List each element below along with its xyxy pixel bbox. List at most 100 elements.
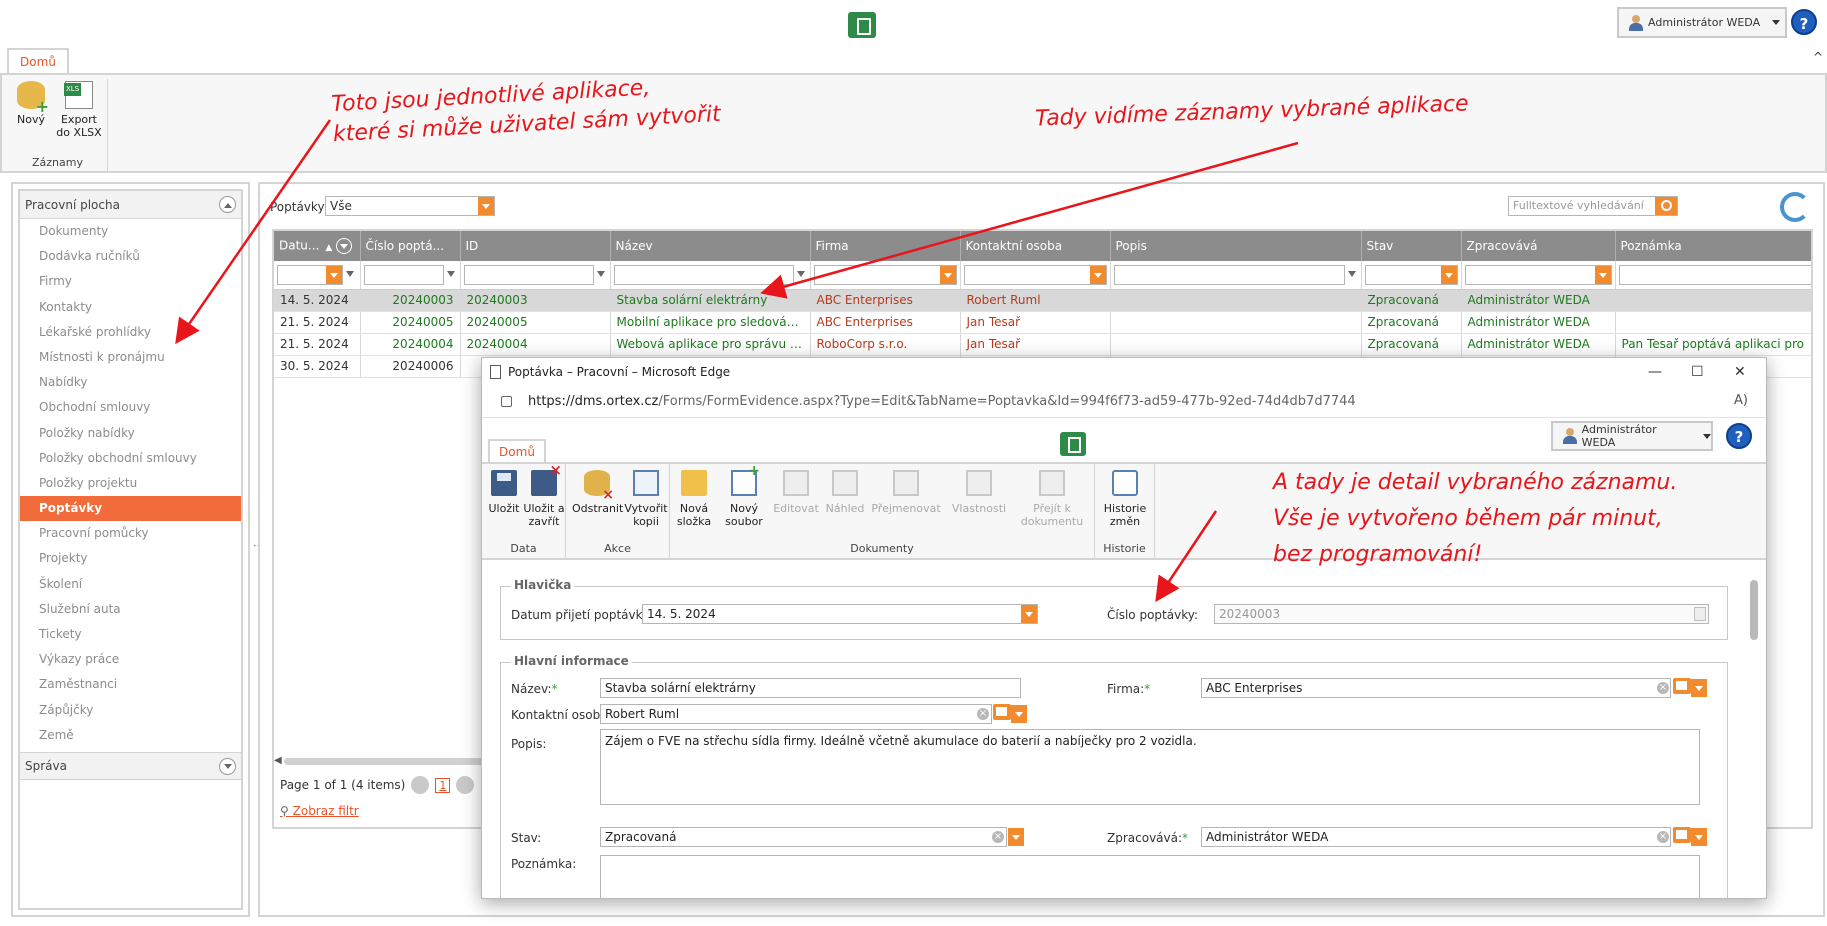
clear-icon[interactable]: × [977, 708, 989, 720]
page-number-button[interactable]: 1 [435, 777, 451, 793]
form-scrollbar[interactable] [1750, 564, 1758, 824]
dropdown-arrow-icon[interactable] [478, 197, 494, 215]
date-field[interactable]: 14. 5. 2024 [642, 604, 1038, 624]
column-filter-input[interactable] [1464, 264, 1612, 285]
column-header[interactable]: Zpracovává [1461, 231, 1616, 261]
handler-field[interactable]: Administrátor WEDA × [1201, 827, 1671, 847]
chevron-down-icon[interactable] [219, 758, 236, 775]
dropdown-arrow-icon[interactable] [1691, 828, 1707, 846]
tab-domu[interactable]: Domů [7, 48, 69, 74]
sidebar-item[interactable]: Nabídky [20, 370, 241, 395]
table-row[interactable]: 21. 5. 2024 20240004 20240004 Webová apl… [274, 333, 1811, 356]
column-filter-input[interactable] [1618, 264, 1811, 285]
tab-domu[interactable]: Domů [488, 439, 546, 463]
sidebar-item[interactable]: Firmy [20, 269, 241, 294]
show-filter-link[interactable]: ⚲ Zobraz filtr [280, 804, 359, 818]
state-field[interactable]: Zpracovaná × [600, 827, 1007, 847]
column-filter-input[interactable] [1113, 264, 1356, 285]
column-filter-input[interactable] [963, 264, 1107, 285]
close-icon[interactable]: ✕ [1734, 364, 1746, 380]
contact-field[interactable]: Robert Ruml × [600, 704, 992, 724]
help-button[interactable]: ? [1726, 423, 1752, 449]
column-filter-input[interactable] [363, 264, 455, 285]
sidebar-item[interactable]: Země [20, 723, 241, 748]
sidebar-item[interactable]: Místnosti k pronájmu [20, 345, 241, 370]
new-folder-button[interactable]: Nová složka [674, 470, 714, 528]
filter-icon[interactable] [596, 270, 605, 281]
sidebar-section-header[interactable]: Pracovní plocha [20, 191, 241, 219]
contact-card-icon[interactable] [993, 704, 1011, 720]
help-button[interactable]: ? [1791, 9, 1817, 35]
ribbon-collapse-icon[interactable]: ^ [1813, 50, 1823, 64]
dropdown-arrow-icon[interactable] [1440, 265, 1457, 284]
scroll-left-icon[interactable]: ◀ [274, 755, 282, 766]
sidebar-item[interactable]: Pracovní pomůcky [20, 521, 241, 546]
fulltext-search-input[interactable]: Fulltextové vyhledávání [1508, 196, 1678, 216]
chevron-up-icon[interactable] [219, 196, 236, 213]
column-filter-input[interactable] [463, 264, 605, 285]
column-header[interactable]: Poznámka [1615, 231, 1811, 261]
cell-contact[interactable]: Jan Tesař [960, 311, 1111, 334]
sidebar-item[interactable]: Položky nabídky [20, 421, 241, 446]
name-field[interactable]: Stavba solární elektrárny [600, 678, 1021, 698]
sidebar-item-poptavky[interactable]: Poptávky [20, 496, 241, 522]
cell-company[interactable]: ABC Enterprises [810, 289, 961, 312]
sidebar-item[interactable]: Lékařské prohlídky [20, 320, 241, 345]
cell-company[interactable]: ABC Enterprises [810, 311, 961, 334]
column-filter-input[interactable] [1364, 264, 1458, 285]
scrollbar-thumb[interactable] [1750, 580, 1758, 640]
sidebar-item[interactable]: Položky obchodní smlouvy [20, 446, 241, 471]
table-row[interactable]: 21. 5. 2024 20240005 20240005 Mobilní ap… [274, 311, 1811, 334]
new-file-button[interactable]: Nový soubor [720, 465, 768, 528]
note-field[interactable] [600, 855, 1700, 898]
column-filter-input[interactable] [277, 264, 354, 285]
dropdown-arrow-icon[interactable] [1594, 265, 1611, 284]
dropdown-arrow-icon[interactable] [1691, 679, 1707, 697]
new-button[interactable]: Nový [8, 81, 54, 126]
column-filter-input[interactable] [613, 264, 805, 285]
desc-field[interactable]: Zájem o FVE na střechu sídla firmy. Ideá… [600, 729, 1700, 805]
sidebar-item[interactable]: Obchodní smlouvy [20, 395, 241, 420]
clear-icon[interactable]: × [1657, 831, 1669, 843]
save-button[interactable]: Uložit [486, 470, 522, 515]
app-logo-icon[interactable] [848, 12, 876, 38]
column-header[interactable]: ID [460, 231, 611, 261]
cell-company[interactable]: RoboCorp s.r.o. [810, 333, 961, 356]
spinner-icon[interactable] [1694, 607, 1706, 621]
dropdown-arrow-icon[interactable] [1089, 265, 1106, 284]
sidebar-item[interactable]: Služební auta [20, 597, 241, 622]
copy-button[interactable]: Vytvořit kopii [624, 470, 668, 528]
contact-card-icon[interactable] [1673, 678, 1691, 694]
go-to-document-button[interactable]: Přejít k dokumentu [1018, 470, 1086, 528]
app-logo-icon[interactable] [1060, 432, 1086, 456]
contact-card-icon[interactable] [1673, 827, 1691, 843]
user-menu[interactable]: Administrátor WEDA [1617, 7, 1787, 38]
edit-button[interactable]: Editovat [770, 470, 822, 515]
sidebar-section-sprava[interactable]: Správa [20, 752, 241, 780]
dropdown-arrow-icon[interactable] [1011, 705, 1027, 723]
sidebar-item[interactable]: Zaměstnanci [20, 672, 241, 697]
filter-icon[interactable] [1347, 270, 1356, 281]
filter-select[interactable]: Vše [325, 196, 495, 216]
next-page-button[interactable] [456, 776, 475, 794]
filter-icon[interactable] [346, 270, 354, 281]
refresh-icon[interactable] [1780, 192, 1810, 222]
read-aloud-icon[interactable]: A) [1734, 393, 1748, 408]
preview-button[interactable]: Náhled [822, 470, 868, 515]
dropdown-arrow-icon[interactable] [326, 265, 342, 284]
sidebar-item[interactable]: Dodávka ručníků [20, 244, 241, 269]
number-field[interactable]: 20240003 [1214, 604, 1709, 624]
window-titlebar[interactable]: Poptávka – Pracovní – Microsoft Edge — ☐… [482, 358, 1766, 386]
sidebar-item[interactable]: Výkazy práce [20, 647, 241, 672]
column-header[interactable]: Číslo poptá... [360, 231, 461, 261]
user-menu[interactable]: Administrátor WEDA [1551, 421, 1713, 451]
cell-contact[interactable]: Jan Tesař [960, 333, 1111, 356]
column-header[interactable]: Stav [1361, 231, 1462, 261]
rename-button[interactable]: Přejmenovat [868, 470, 944, 515]
delete-button[interactable]: Odstranit [572, 470, 623, 515]
column-header[interactable]: Název [610, 231, 811, 261]
company-field[interactable]: ABC Enterprises × [1201, 678, 1671, 698]
history-button[interactable]: Historie změn [1099, 470, 1151, 528]
maximize-icon[interactable]: ☐ [1691, 364, 1704, 380]
table-row[interactable]: 14. 5. 2024 20240003 20240003 Stavba sol… [274, 289, 1811, 312]
